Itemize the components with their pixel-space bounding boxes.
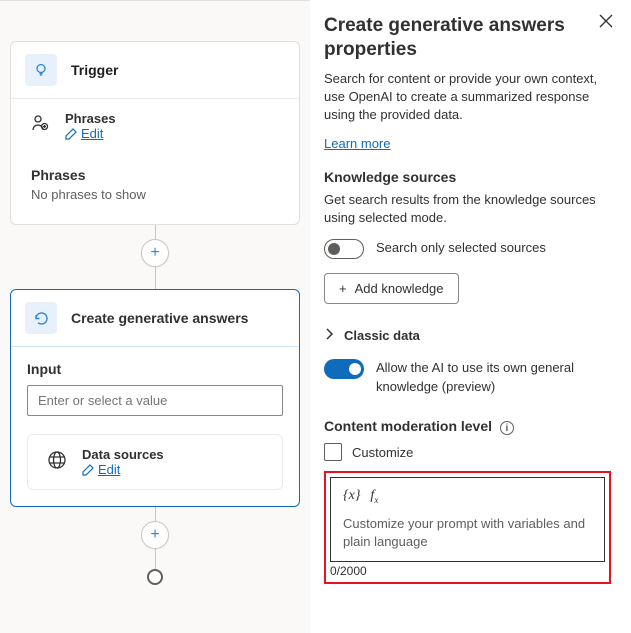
highlighted-region: {x} fx Customize your prompt with variab…: [324, 471, 611, 584]
trigger-card: Trigger Phrases Edit Phrases No phrases …: [10, 41, 300, 225]
phrases-edit-link[interactable]: Edit: [65, 126, 116, 141]
input-label: Input: [27, 361, 283, 377]
data-sources-item: Data sources Edit: [28, 435, 282, 489]
add-node-button-2[interactable]: +: [141, 521, 169, 549]
refresh-icon: [25, 302, 57, 334]
lightbulb-icon: [25, 54, 57, 86]
variable-icon[interactable]: {x}: [343, 488, 360, 505]
plus-icon: +: [339, 281, 347, 296]
classic-data-section[interactable]: Classic data: [324, 328, 611, 343]
phrases-section: Phrases No phrases to show: [11, 153, 299, 224]
data-sources-edit-link[interactable]: Edit: [82, 462, 164, 477]
end-node-icon: [147, 569, 163, 585]
globe-icon: [44, 447, 70, 471]
general-knowledge-toggle[interactable]: [324, 359, 364, 379]
moderation-title: Content moderation level: [324, 418, 492, 434]
info-icon[interactable]: i: [500, 421, 514, 435]
prompt-placeholder: Customize your prompt with variables and…: [343, 515, 592, 551]
prompt-textarea[interactable]: {x} fx Customize your prompt with variab…: [330, 477, 605, 562]
add-node-button[interactable]: +: [141, 239, 169, 267]
phrases-item: Phrases Edit: [11, 99, 299, 153]
customize-label: Customize: [352, 445, 413, 460]
generative-answers-node[interactable]: Create generative answers Input Data sou…: [10, 289, 300, 507]
general-knowledge-label: Allow the AI to use its own general know…: [376, 359, 611, 395]
panel-description: Search for content or provide your own c…: [324, 70, 611, 125]
panel-title: Create generative answers properties: [324, 14, 611, 62]
add-knowledge-button[interactable]: + Add knowledge: [324, 273, 459, 304]
formula-icon[interactable]: fx: [370, 488, 378, 505]
person-icon: [27, 111, 53, 133]
phrases-empty: No phrases to show: [31, 187, 279, 202]
char-counter: 0/2000: [330, 564, 605, 578]
node-input-field[interactable]: [27, 385, 283, 416]
properties-panel: Create generative answers properties Sea…: [310, 0, 631, 633]
learn-more-link[interactable]: Learn more: [324, 136, 390, 151]
trigger-header[interactable]: Trigger: [11, 42, 299, 99]
data-sources-label: Data sources: [82, 447, 164, 462]
close-button[interactable]: [599, 14, 613, 32]
trigger-title: Trigger: [71, 62, 118, 78]
search-selected-label: Search only selected sources: [376, 239, 546, 257]
knowledge-desc: Get search results from the knowledge so…: [324, 191, 611, 227]
knowledge-title: Knowledge sources: [324, 169, 611, 185]
search-selected-toggle[interactable]: [324, 239, 364, 259]
phrases-heading: Phrases: [31, 167, 279, 183]
phrases-label: Phrases: [65, 111, 116, 126]
node-title: Create generative answers: [71, 310, 248, 326]
chevron-right-icon: [324, 328, 334, 343]
customize-checkbox[interactable]: [324, 443, 342, 461]
